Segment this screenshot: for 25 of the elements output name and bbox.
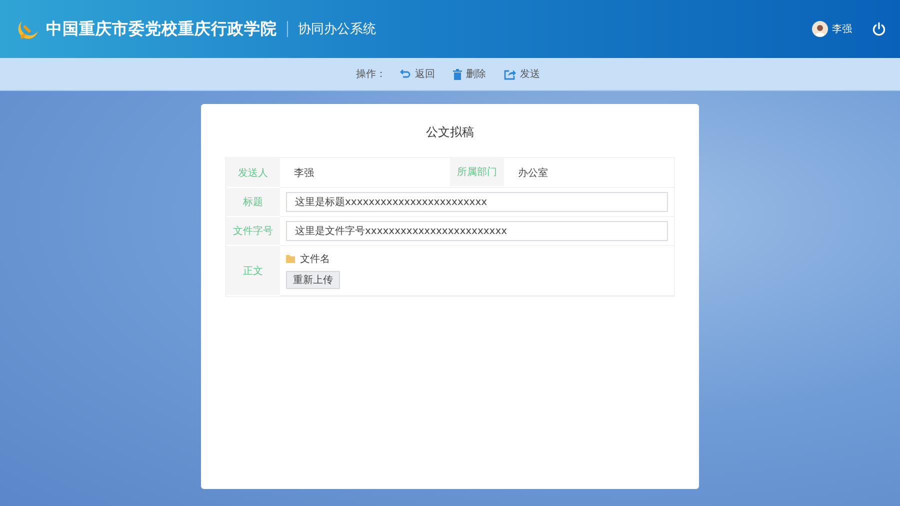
field-label: 发送人 [226,158,280,188]
field-label: 正文 [226,246,280,296]
folder-icon [286,255,295,263]
delete-button[interactable]: 删除 [449,65,490,83]
system-name: 协同办公系统 [298,21,376,38]
send-button[interactable]: 发送 [500,65,544,83]
back-button[interactable]: 返回 [396,65,439,83]
power-icon[interactable] [872,22,886,36]
site-title: 中国重庆市委党校重庆行政学院 [46,18,277,40]
user-name[interactable]: 李强 [832,22,852,36]
trash-icon [453,68,462,80]
department-value: 办公室 [517,166,549,180]
field-label: 文件字号 [226,217,280,246]
file-name[interactable]: 文件名 [300,252,330,266]
field-label: 所属部门 [450,158,504,187]
share-icon [504,68,516,80]
avatar-icon[interactable] [812,21,828,37]
reupload-button[interactable]: 重新上传 [286,271,340,289]
input-field[interactable]: 这里是标题xxxxxxxxxxxxxxxxxxxxxxxx [286,192,668,212]
toolbar-label: 操作： [356,68,386,81]
sender-value: 李强 [293,166,315,180]
field-label: 标题 [226,188,280,217]
undo-arrow-icon [400,69,411,79]
form-title: 公文拟稿 [425,124,475,141]
input-field[interactable]: 这里是文件字号xxxxxxxxxxxxxxxxxxxxxxxx [286,221,668,241]
